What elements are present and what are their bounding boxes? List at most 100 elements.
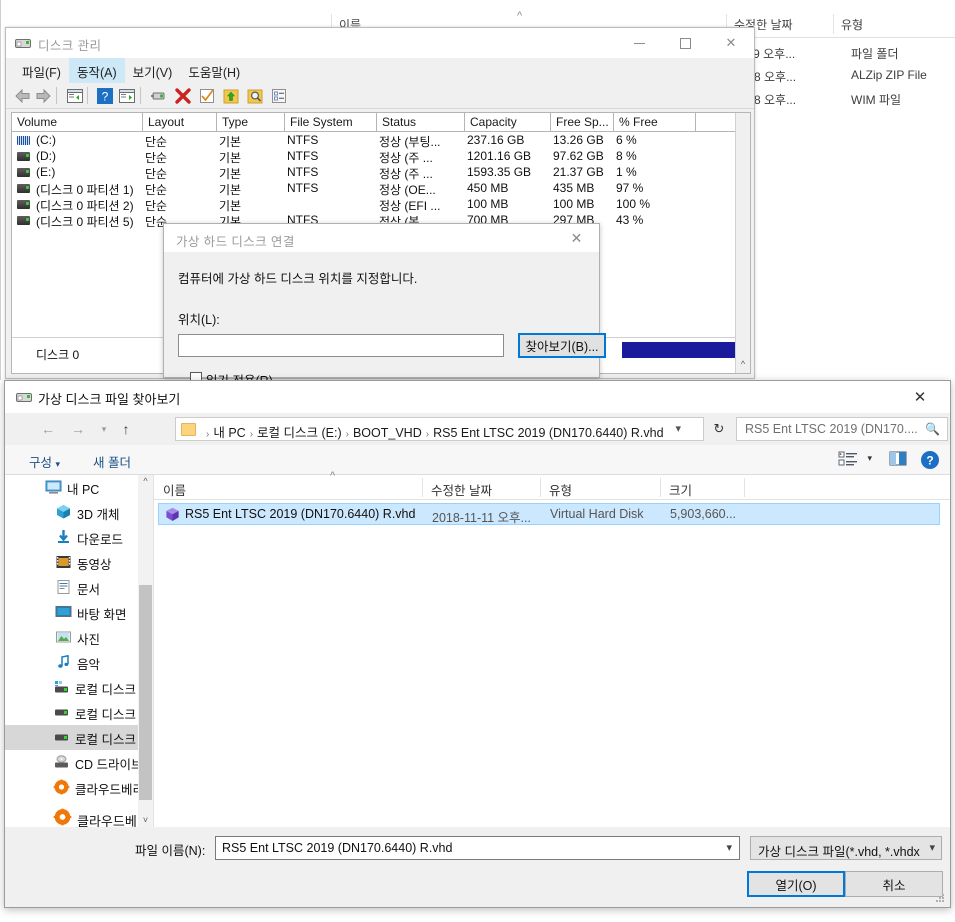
show-hide-console-tree-icon[interactable] xyxy=(66,87,84,105)
back-icon[interactable]: ← xyxy=(37,418,59,440)
open-button[interactable]: 열기(O) xyxy=(747,871,845,897)
delete-icon[interactable] xyxy=(174,87,192,105)
sidebar-item-desktop[interactable]: 바탕 화면 xyxy=(5,600,153,625)
menu-view[interactable]: 보기(V) xyxy=(125,58,181,84)
col-percentfree[interactable]: % Free xyxy=(614,113,696,132)
search-disk-icon[interactable] xyxy=(246,87,264,105)
recent-locations-icon[interactable]: ▾ xyxy=(93,418,115,440)
search-input[interactable]: RS5 Ent LTSC 2019 (DN170.... 🔍 xyxy=(736,417,948,441)
menu-file[interactable]: 파일(F) xyxy=(14,58,69,84)
col-type[interactable]: Type xyxy=(217,113,285,132)
filename-input[interactable]: RS5 Ent LTSC 2019 (DN170.6440) R.vhd ▾ xyxy=(215,836,740,860)
file-browser-titlebar: 가상 디스크 파일 찾아보기 ✕ xyxy=(5,381,950,413)
forward-icon[interactable]: → xyxy=(67,418,89,440)
menu-help[interactable]: 도움말(H) xyxy=(180,58,248,84)
minimize-button[interactable] xyxy=(616,28,662,58)
new-folder-button[interactable]: 새 폴더 xyxy=(93,452,131,471)
sidebar-item-cd-drive-f[interactable]: CD 드라이브 (F: xyxy=(5,750,161,775)
table-row[interactable]: (C:) 단순 기본 NTFS 정상 (부팅... 237.16 GB 13.2… xyxy=(12,132,750,149)
address-breadcrumb[interactable]: › 내 PC › 로컬 디스크 (E:) › BOOT_VHD › RS5 Ent LTSC … xyxy=(175,417,704,441)
close-icon[interactable]: ✕ xyxy=(900,381,940,413)
scroll-up-icon[interactable]: ^ xyxy=(138,476,153,486)
scroll-up-icon[interactable]: ^ xyxy=(736,359,750,369)
table-row[interactable]: (디스크 0 파티션 1) 단순 기본 NTFS 정상 (OE... 450 M… xyxy=(12,180,750,197)
check-disk-icon[interactable] xyxy=(198,87,216,105)
table-row[interactable]: (D:) 단순 기본 NTFS 정상 (주 ... 1201.16 GB 97.… xyxy=(12,148,750,165)
disk-management-scrollbar[interactable]: ^ xyxy=(735,113,750,373)
col-size[interactable]: 크기 xyxy=(669,480,692,499)
disk-management-titlebar: 디스크 관리 ✕ xyxy=(6,28,754,58)
forward-arrow-icon[interactable] xyxy=(34,87,52,105)
help-icon[interactable]: ? xyxy=(920,450,940,470)
menu-action[interactable]: 동작(A) xyxy=(68,58,125,84)
chevron-down-icon[interactable]: ▾ xyxy=(867,453,872,464)
sidebar-item-pictures[interactable]: 사진 xyxy=(5,625,153,650)
sidebar-item-cloudberry-t1[interactable]: 클라우드베리 (T xyxy=(5,775,159,800)
cancel-button[interactable]: 취소 xyxy=(845,871,943,897)
col-freespace[interactable]: Free Sp... xyxy=(551,113,614,132)
table-row[interactable]: -10-18 오후... ALZip ZIP File xyxy=(726,65,955,88)
filetype-select[interactable]: 가상 디스크 파일(*.vhd, *.vhdx ▾ xyxy=(750,836,942,860)
crumb-0[interactable]: 내 PC xyxy=(213,426,245,440)
sidebar-item-3d-objects[interactable]: 3D 개체 xyxy=(5,500,153,525)
navigation-scrollbar[interactable]: ^ ˅ xyxy=(138,475,153,827)
col-layout[interactable]: Layout xyxy=(143,113,217,132)
crumb-3[interactable]: RS5 Ent LTSC 2019 (DN170.6440) R.vhd xyxy=(433,426,663,440)
chevron-down-icon[interactable]: ▾ xyxy=(929,841,935,854)
cell-percent: 1 % xyxy=(616,165,637,179)
close-icon[interactable]: ✕ xyxy=(554,224,599,252)
breadcrumb[interactable]: › 내 PC › 로컬 디스크 (E:) › BOOT_VHD › RS5 Ent LTSC … xyxy=(202,422,664,441)
sidebar-item-label: 다운로드 xyxy=(77,533,124,547)
col-name[interactable]: 이름 xyxy=(163,480,186,499)
col-type[interactable]: 유형 xyxy=(549,480,572,499)
organize-button[interactable]: 구성 ▾ xyxy=(29,452,60,471)
sidebar-item-this-pc[interactable]: 내 PC xyxy=(5,475,153,500)
col-date[interactable]: 수정한 날짜 xyxy=(431,480,492,499)
resize-grip[interactable] xyxy=(936,894,946,904)
scrollbar-thumb[interactable] xyxy=(139,585,152,800)
scroll-down-icon[interactable]: ˅ xyxy=(138,815,153,825)
cell-volume: (C:) xyxy=(36,133,56,147)
properties-icon[interactable] xyxy=(270,87,288,105)
sidebar-item-local-disk-e[interactable]: 로컬 디스크 (E:) xyxy=(5,725,160,750)
table-row[interactable]: (E:) 단순 기본 NTFS 정상 (주 ... 1593.35 GB 21.… xyxy=(12,164,750,181)
chevron-down-icon[interactable]: ▾ xyxy=(726,841,732,854)
volume-table-body: (C:) 단순 기본 NTFS 정상 (부팅... 237.16 GB 13.2… xyxy=(12,132,750,229)
crumb-2[interactable]: BOOT_VHD xyxy=(353,426,422,440)
sidebar-item-music[interactable]: 음악 xyxy=(5,650,153,675)
sort-ascending-icon: ^ xyxy=(517,10,523,22)
col-filesystem[interactable]: File System xyxy=(285,113,377,132)
close-icon[interactable]: ✕ xyxy=(708,28,754,58)
view-options-icon[interactable] xyxy=(838,450,858,468)
up-icon[interactable]: ↑ xyxy=(115,418,137,440)
table-row[interactable]: -10-18 오후... WIM 파일 xyxy=(726,88,955,111)
properties-window-icon[interactable] xyxy=(118,87,136,105)
partition-bar[interactable] xyxy=(622,342,737,358)
disk-label: 디스크 0 xyxy=(36,348,80,362)
back-arrow-icon[interactable] xyxy=(14,87,32,105)
sidebar-item-local-disk-c[interactable]: 로컬 디스크 (C:) xyxy=(5,675,160,700)
sidebar-item-videos[interactable]: 동영상 xyxy=(5,550,153,575)
table-row[interactable]: (디스크 0 파티션 2) 단순 기본 정상 (EFI ... 100 MB 1… xyxy=(12,196,750,213)
help-icon[interactable]: ? xyxy=(96,87,114,105)
refresh-icon[interactable]: ↻ xyxy=(708,418,730,440)
col-capacity[interactable]: Capacity xyxy=(465,113,551,132)
browse-button[interactable]: 찾아보기(B)... xyxy=(518,333,606,358)
extend-volume-icon[interactable] xyxy=(222,87,240,105)
preview-pane-icon[interactable] xyxy=(888,450,908,468)
sidebar-item-downloads[interactable]: 다운로드 xyxy=(5,525,153,550)
volume-icon xyxy=(17,184,30,193)
sidebar-item-local-disk-d[interactable]: 로컬 디스크 (D:) xyxy=(5,700,160,725)
col-volume[interactable]: Volume xyxy=(12,113,143,132)
chevron-down-icon[interactable]: ▾ xyxy=(675,422,681,435)
list-item[interactable]: RS5 Ent LTSC 2019 (DN170.6440) R.vhd 201… xyxy=(158,503,940,525)
attach-vhd-icon[interactable] xyxy=(150,87,168,105)
bg-col-type[interactable]: 유형 xyxy=(841,16,863,33)
file-browser-footer: 파일 이름(N): RS5 Ent LTSC 2019 (DN170.6440)… xyxy=(5,827,950,907)
col-status[interactable]: Status xyxy=(377,113,465,132)
crumb-1[interactable]: 로컬 디스크 (E:) xyxy=(257,426,342,440)
sidebar-item-documents[interactable]: 문서 xyxy=(5,575,153,600)
table-row[interactable]: -11-09 오후... 파일 폴더 xyxy=(726,42,955,65)
location-input[interactable] xyxy=(178,334,504,357)
maximize-button[interactable] xyxy=(662,28,708,58)
